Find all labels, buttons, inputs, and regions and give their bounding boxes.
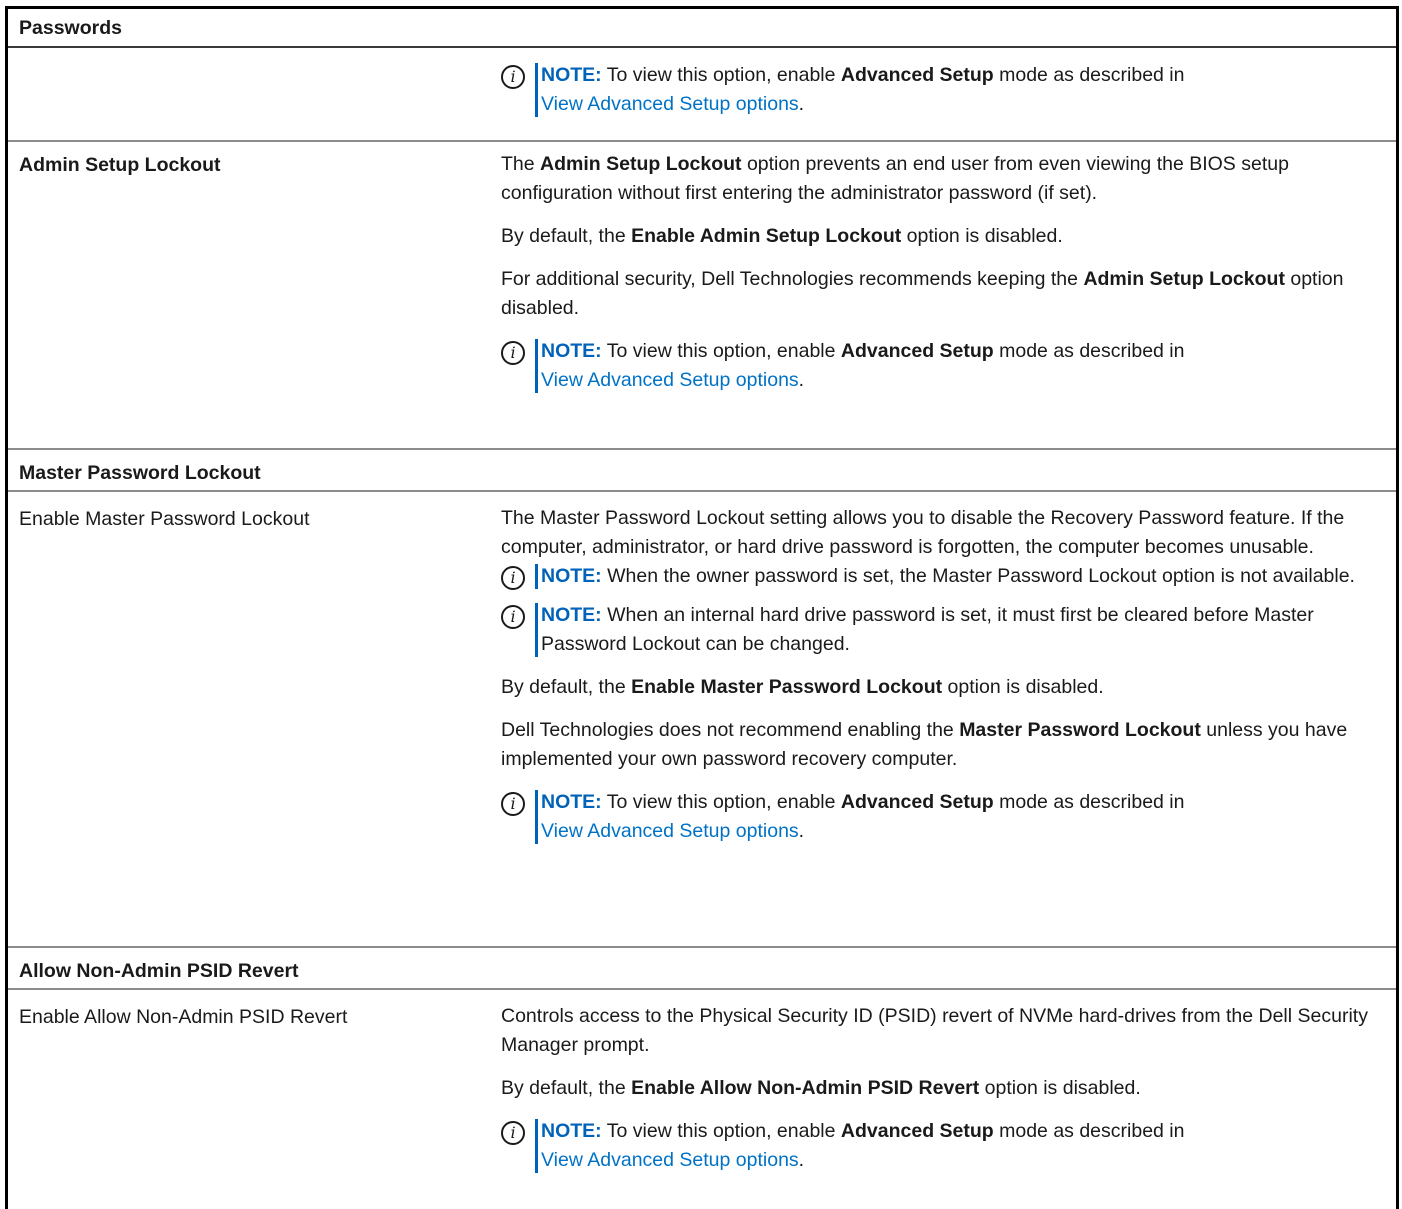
- row-label-enable-psid-revert: Enable Allow Non-Admin PSID Revert: [19, 1006, 348, 1028]
- section-title-master-password-lockout: Master Password Lockout: [19, 462, 261, 484]
- note-text: mode as described in: [999, 791, 1185, 813]
- note-bold: Advanced Setup: [840, 1120, 994, 1142]
- note-bar: [535, 63, 538, 117]
- section-title-passwords: Passwords: [19, 17, 122, 39]
- note-end: .: [798, 93, 805, 115]
- row-label-enable-master-password-lockout: Enable Master Password Lockout: [19, 508, 310, 530]
- note-end: .: [798, 820, 805, 842]
- psid-description: Controls access to the Physical Security…: [501, 1002, 1383, 1189]
- note-text: To view this option, enable: [606, 791, 836, 813]
- divider: [8, 448, 1396, 450]
- info-icon: i: [501, 1121, 525, 1145]
- paragraph: The Master Password Lockout setting allo…: [501, 507, 1345, 558]
- paragraph: By default, the Enable Master Password L…: [501, 676, 1104, 698]
- note-text: When the owner password is set, the Mast…: [607, 565, 1355, 587]
- note-label: NOTE:: [541, 64, 602, 86]
- note-bar: [535, 564, 538, 589]
- note-block: i NOTE: To view this option, enable Adva…: [501, 1117, 1383, 1175]
- paragraph: The Admin Setup Lockout option prevents …: [501, 153, 1289, 204]
- paragraph: Controls access to the Physical Security…: [501, 1005, 1368, 1056]
- note-text: To view this option, enable: [606, 1120, 836, 1142]
- note-text: To view this option, enable: [606, 340, 836, 362]
- paragraph: By default, the Enable Admin Setup Locko…: [501, 225, 1063, 247]
- note-text: mode as described in: [999, 64, 1185, 86]
- advanced-setup-link[interactable]: View Advanced Setup options: [541, 369, 799, 391]
- note-label: NOTE:: [541, 340, 602, 362]
- note-text: mode as described in: [999, 340, 1185, 362]
- info-icon: i: [501, 792, 525, 816]
- advanced-setup-link[interactable]: View Advanced Setup options: [541, 1149, 799, 1171]
- note-end: .: [798, 1149, 805, 1171]
- row-label-admin-setup-lockout: Admin Setup Lockout: [19, 154, 221, 176]
- note-bar: [535, 603, 538, 657]
- passwords-description: i NOTE: To view this option, enable Adva…: [501, 61, 1383, 133]
- paragraph: By default, the Enable Allow Non-Admin P…: [501, 1077, 1141, 1099]
- note-bold: Advanced Setup: [840, 791, 994, 813]
- note-block: i NOTE: When the owner password is set, …: [501, 562, 1383, 591]
- note-bar: [535, 790, 538, 844]
- note-block: i NOTE: To view this option, enable Adva…: [501, 788, 1383, 846]
- divider: [8, 988, 1396, 990]
- note-bar: [535, 339, 538, 393]
- note-label: NOTE:: [541, 604, 602, 626]
- info-icon: i: [501, 341, 525, 365]
- note-block: i NOTE: To view this option, enable Adva…: [501, 337, 1383, 395]
- note-text: When an internal hard drive password is …: [541, 604, 1314, 655]
- paragraph: Dell Technologies does not recommend ena…: [501, 719, 1348, 770]
- note-block: i NOTE: To view this option, enable Adva…: [501, 61, 1383, 119]
- admin-lockout-description: The Admin Setup Lockout option prevents …: [501, 150, 1383, 409]
- note-text: mode as described in: [999, 1120, 1185, 1142]
- note-end: .: [798, 369, 805, 391]
- note-block: i NOTE: When an internal hard drive pass…: [501, 601, 1383, 659]
- advanced-setup-link[interactable]: View Advanced Setup options: [541, 820, 799, 842]
- section-title-psid-revert: Allow Non-Admin PSID Revert: [19, 960, 299, 982]
- master-lockout-description: The Master Password Lockout setting allo…: [501, 504, 1383, 860]
- info-icon: i: [501, 566, 525, 590]
- paragraph: For additional security, Dell Technologi…: [501, 268, 1344, 319]
- note-label: NOTE:: [541, 791, 602, 813]
- note-bold: Advanced Setup: [840, 340, 994, 362]
- note-text: To view this option, enable: [606, 64, 836, 86]
- advanced-setup-link[interactable]: View Advanced Setup options: [541, 93, 799, 115]
- note-bold: Advanced Setup: [840, 64, 994, 86]
- note-label: NOTE:: [541, 565, 602, 587]
- divider: [8, 946, 1396, 948]
- note-label: NOTE:: [541, 1120, 602, 1142]
- divider: [8, 140, 1396, 142]
- note-bar: [535, 1119, 538, 1173]
- info-icon: i: [501, 65, 525, 89]
- info-icon: i: [501, 605, 525, 629]
- divider: [8, 490, 1396, 492]
- divider: [8, 46, 1396, 48]
